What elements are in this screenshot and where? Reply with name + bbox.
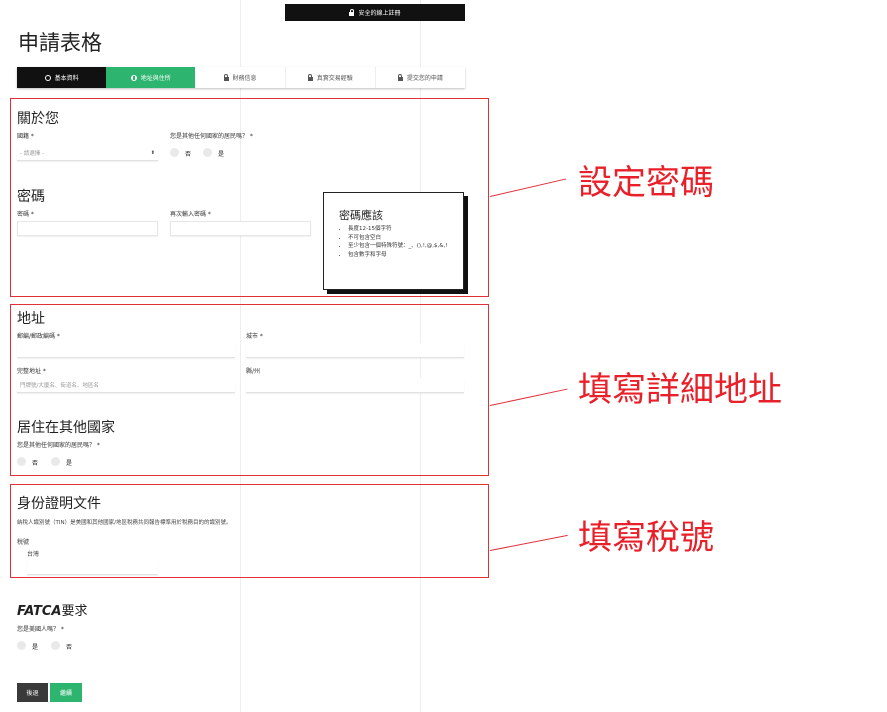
- fatca-title-rest: 要求: [61, 604, 88, 619]
- fatca-title-bold: FATCA: [17, 604, 62, 619]
- lock-icon: [349, 8, 355, 16]
- step-label: 地址與住所: [140, 75, 171, 82]
- step-label: 提交您的申請: [406, 75, 443, 82]
- password-rule: 包含數字和字母: [348, 251, 454, 260]
- continue-button[interactable]: 繼續: [50, 683, 82, 702]
- nationality-label: 國籍 *: [17, 133, 34, 140]
- confirm-password-label: 再次輸入密碼 *: [170, 211, 211, 218]
- tax-number-label: 稅號: [17, 539, 30, 546]
- password-rules-card: 密碼應該 長度12-15個字符 不可包含空白 至少包含一個特殊符號：_、(),!…: [323, 192, 464, 290]
- password-input[interactable]: [17, 221, 158, 236]
- annotation-fill-address: 填寫詳細地址: [578, 370, 782, 410]
- annotation-fill-tax: 填寫稅號: [578, 518, 714, 558]
- page-title: 申請表格: [18, 31, 102, 55]
- section-title-identity: 身份證明文件: [17, 496, 101, 512]
- plus-circle-icon: [130, 74, 137, 81]
- radio-label-yes: 是: [218, 151, 225, 158]
- secure-signup-label: 安全的線上註冊: [358, 10, 401, 17]
- nationality-select[interactable]: - 請選擇 - ⬍: [17, 146, 158, 161]
- progress-stepper: 基本資料 地址與住所 財務信息 真實交易經驗 提交您的申請: [17, 67, 466, 88]
- step-trading-experience: 真實交易經驗: [285, 67, 376, 88]
- section-title-address: 地址: [17, 311, 45, 327]
- postcode-input[interactable]: [17, 343, 235, 358]
- state-label: 縣/州: [246, 368, 261, 375]
- nationality-placeholder: - 請選擇 -: [20, 151, 44, 157]
- full-address-input[interactable]: 門牌號/大廈名、街道名、地區名: [17, 378, 235, 393]
- lock-icon: [307, 73, 313, 81]
- section-title-about: 關於您: [17, 111, 59, 127]
- tax-country: 台灣: [27, 551, 40, 558]
- state-input[interactable]: [246, 378, 464, 393]
- password-rule: 長度12-15個字符: [348, 225, 454, 234]
- step-financial: 財務信息: [195, 67, 286, 88]
- section-title-password: 密碼: [17, 189, 45, 205]
- step-label: 財務信息: [232, 75, 257, 82]
- password-rule: 不可包含空白: [348, 234, 454, 243]
- section-title-fatca: FATCA要求: [17, 600, 88, 619]
- lock-icon: [397, 73, 403, 81]
- check-circle-icon: [44, 74, 51, 81]
- step-address[interactable]: 地址與住所: [106, 67, 196, 88]
- back-button[interactable]: 後退: [17, 683, 48, 702]
- radio-label-yes: 是: [66, 460, 73, 467]
- annotation-pointer-address: [490, 388, 568, 406]
- radio-other-citizen-yes[interactable]: [203, 148, 212, 157]
- tin-description: 納稅人識別號（TIN）是美國和其他國家/地區稅務共同報告標準用於稅務目的的識別號…: [17, 520, 232, 526]
- city-label: 城市 *: [246, 333, 263, 340]
- city-input[interactable]: [246, 343, 464, 358]
- other-citizen-label: 您是其他任何國家的居民嗎？ *: [170, 133, 253, 140]
- lock-icon: [223, 73, 229, 81]
- password-rule: 至少包含一個特殊符號：_、(),!,@,$,&,!: [348, 242, 454, 251]
- radio-residency-yes[interactable]: [51, 457, 60, 466]
- step-submit: 提交您的申請: [375, 67, 466, 88]
- tax-number-input[interactable]: [27, 561, 158, 575]
- radio-us-person-yes[interactable]: [17, 641, 26, 650]
- radio-label-no: 否: [185, 151, 192, 158]
- full-address-placeholder: 門牌號/大廈名、街道名、地區名: [20, 383, 99, 389]
- residency-question: 您是其他任何國家的居民嗎？ *: [17, 442, 100, 449]
- radio-label-no: 否: [32, 460, 39, 467]
- password-label: 密碼 *: [17, 211, 34, 218]
- step-basic-info[interactable]: 基本資料: [17, 67, 107, 88]
- radio-residency-no[interactable]: [17, 457, 26, 466]
- radio-label-no: 否: [66, 644, 73, 651]
- radio-us-person-no[interactable]: [51, 641, 60, 650]
- annotation-pointer-tax: [490, 534, 568, 551]
- step-label: 真實交易經驗: [316, 75, 353, 82]
- annotation-pointer-password: [490, 178, 567, 197]
- secure-signup-banner: 安全的線上註冊: [285, 4, 465, 21]
- radio-other-citizen-no[interactable]: [170, 148, 179, 157]
- section-title-residency: 居住在其他國家: [17, 420, 115, 436]
- password-rules-title: 密碼應該: [339, 209, 383, 222]
- postcode-label: 郵編/郵政編碼 *: [17, 333, 60, 340]
- password-rules-list: 長度12-15個字符 不可包含空白 至少包含一個特殊符號：_、(),!,@,$,…: [342, 225, 454, 259]
- confirm-password-input[interactable]: [170, 221, 311, 236]
- step-label: 基本資料: [54, 75, 79, 82]
- full-address-label: 完整地址 *: [17, 368, 46, 375]
- us-person-question: 您是美國人嗎？ *: [17, 626, 64, 633]
- radio-label-yes: 是: [32, 644, 39, 651]
- annotation-set-password: 設定密碼: [578, 163, 714, 203]
- chevron-updown-icon: ⬍: [150, 150, 155, 156]
